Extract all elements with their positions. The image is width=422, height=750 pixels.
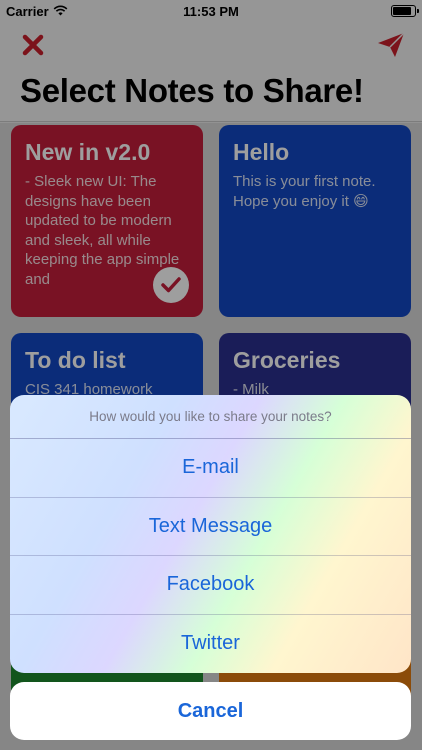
share-action-sheet: How would you like to share your notes? … (10, 395, 411, 673)
twitter-option-button[interactable]: Twitter (10, 615, 411, 674)
text-message-option-button[interactable]: Text Message (10, 498, 411, 556)
facebook-option-button[interactable]: Facebook (10, 556, 411, 615)
email-option-button[interactable]: E-mail (10, 439, 411, 498)
cancel-button[interactable]: Cancel (10, 682, 411, 740)
action-sheet-message: How would you like to share your notes? (10, 395, 411, 439)
